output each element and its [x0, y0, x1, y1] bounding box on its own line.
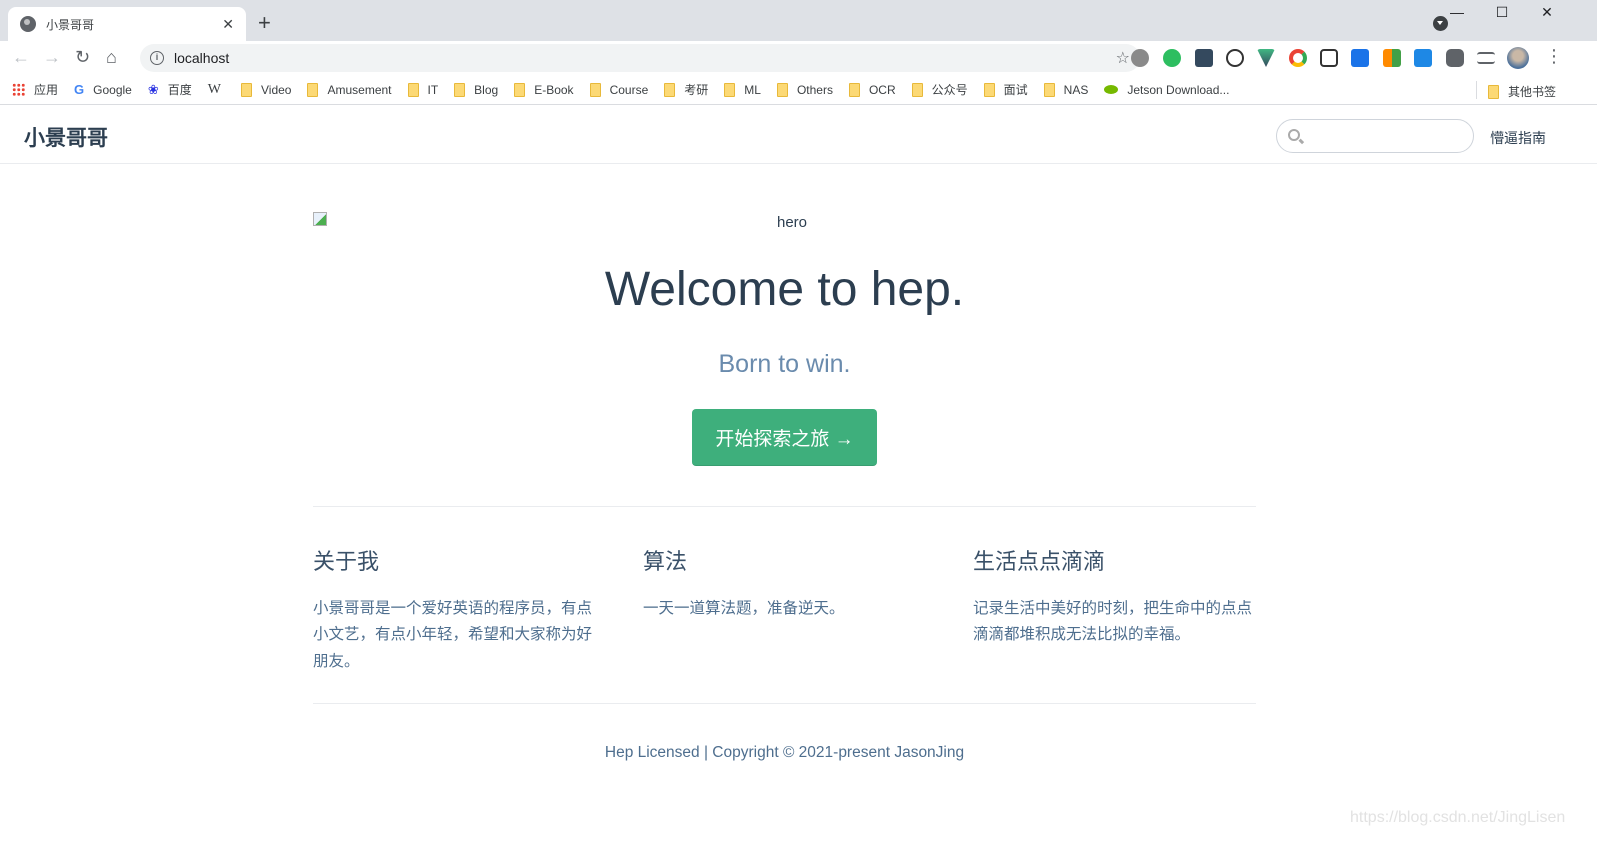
broken-image-icon	[313, 212, 327, 226]
bookmark-folder-video[interactable]: Video	[240, 82, 291, 97]
globe-icon	[20, 16, 36, 32]
csdn-watermark: https://blog.csdn.net/JingLisen	[1350, 809, 1566, 826]
folder-icon	[589, 82, 601, 97]
chrome-extension-icon[interactable]	[1289, 49, 1307, 67]
bookmark-folder-gongzhonghao[interactable]: 公众号	[911, 81, 968, 98]
search-box[interactable]	[1276, 119, 1474, 153]
sync-extension-icon[interactable]	[1226, 49, 1244, 67]
bookmark-folder-amusement[interactable]: Amusement	[307, 82, 392, 97]
tab-strip: 小景哥哥 ✕ + — ☐ ✕	[0, 0, 1597, 41]
feature-title: 算法	[643, 549, 688, 574]
close-window-button[interactable]: ✕	[1532, 4, 1562, 21]
chrome-menu-icon[interactable]: ⋮	[1545, 46, 1563, 67]
maximize-button[interactable]: ☐	[1487, 4, 1517, 21]
bookmark-folder-it[interactable]: IT	[407, 82, 438, 97]
bookmark-star-icon[interactable]: ☆	[1116, 48, 1130, 68]
feature-algorithm: 算法 一天一道算法题，准备逆天。	[643, 544, 933, 622]
new-tab-button[interactable]: +	[258, 10, 271, 36]
film-extension-icon[interactable]	[1131, 49, 1149, 67]
wikipedia-icon: W	[207, 81, 221, 97]
feature-title: 关于我	[313, 549, 380, 574]
folder-icon	[307, 82, 319, 97]
bookmark-jetson[interactable]: Jetson Download...	[1104, 83, 1229, 97]
bookmark-folder-blog[interactable]: Blog	[454, 82, 498, 97]
reload-button[interactable]: ↻	[75, 47, 90, 68]
x-extension-icon[interactable]	[1195, 49, 1213, 67]
download-extension-icon[interactable]	[1383, 49, 1401, 67]
browser-tab[interactable]: 小景哥哥 ✕	[8, 7, 246, 41]
feature-details: 记录生活中美好的时刻，把生命中的点点滴滴都堆积成无法比拟的幸福。	[973, 600, 1253, 644]
profile-avatar[interactable]	[1507, 47, 1529, 69]
site-info-icon[interactable]: i	[150, 51, 164, 65]
hero-image	[313, 212, 329, 228]
dsm-extension-icon[interactable]	[1414, 49, 1432, 67]
bookmark-wikipedia[interactable]: W	[208, 82, 225, 98]
bookmarks-bar: 应用 G Google ❀ 百度 W Video Amusement IT Blog…	[0, 75, 1597, 105]
bookmark-folder-ml[interactable]: ML	[724, 82, 761, 97]
folder-icon	[1043, 82, 1055, 97]
site-title[interactable]: 小景哥哥	[24, 122, 108, 152]
hero-title: Welcome to hep.	[604, 263, 965, 316]
folder-icon	[407, 82, 419, 97]
features-top-divider	[313, 506, 1256, 507]
baidu-icon: ❀	[147, 81, 159, 97]
search-input[interactable]	[1307, 120, 1467, 152]
folder-icon	[1488, 84, 1499, 99]
footer-divider	[313, 703, 1256, 704]
feature-title: 生活点点滴滴	[973, 549, 1106, 574]
folder-icon	[911, 82, 923, 97]
folder-icon	[664, 82, 676, 97]
bookmark-google[interactable]: G Google	[74, 82, 132, 97]
home-button[interactable]: ⌂	[106, 47, 117, 68]
bookmark-folder-nas[interactable]: NAS	[1043, 82, 1088, 97]
puzzle-extensions-icon[interactable]	[1446, 49, 1464, 67]
folder-icon	[514, 82, 526, 97]
bookmark-folder-mianshi[interactable]: 面试	[983, 81, 1028, 98]
folder-icon	[983, 82, 995, 97]
feature-life: 生活点点滴滴 记录生活中美好的时刻，把生命中的点点滴滴都堆积成无法比拟的幸福。	[973, 544, 1263, 649]
feature-details: 小景哥哥是一个爱好英语的程序员，有点小文艺，有点小年轻，希望和大家称为好朋友。	[313, 600, 593, 670]
bookmark-apps[interactable]: 应用	[12, 81, 58, 98]
bookmark-folder-ebook[interactable]: E-Book	[514, 82, 574, 97]
media-control-icon[interactable]	[1477, 52, 1495, 64]
close-tab-icon[interactable]: ✕	[222, 16, 234, 33]
site-navbar: 小景哥哥 懵逼指南	[0, 106, 1597, 164]
bookmark-other-bookmarks[interactable]: 其他书签	[1488, 83, 1556, 100]
bookmark-folder-ocr[interactable]: OCR	[848, 82, 896, 97]
nvidia-icon	[1104, 85, 1119, 94]
feature-about: 关于我 小景哥哥是一个爱好英语的程序员，有点小文艺，有点小年轻，希望和大家称为好…	[313, 544, 603, 675]
nav-link-guide[interactable]: 懵逼指南	[1490, 128, 1546, 148]
folder-icon	[724, 82, 736, 97]
folder-icon	[848, 82, 860, 97]
screenshot-extension-icon[interactable]	[1320, 49, 1338, 67]
tab-title: 小景哥哥	[46, 17, 95, 32]
hero-description: Born to win.	[718, 350, 851, 378]
bookmarks-separator	[1476, 81, 1477, 99]
site-footer: Hep Licensed | Copyright © 2021-present …	[604, 744, 965, 761]
vue-devtools-icon[interactable]	[1257, 49, 1275, 67]
url-text[interactable]: localhost	[174, 50, 1116, 66]
browser-toolbar: ← → ↻ ⌂ i localhost ☆ ⋮	[0, 41, 1597, 75]
folder-icon	[240, 82, 252, 97]
bookmark-folder-course[interactable]: Course	[589, 82, 648, 97]
get-started-button[interactable]: 开始探索之旅 →	[692, 409, 877, 466]
bookmark-folder-kaoyan[interactable]: 考研	[664, 81, 708, 98]
apps-icon	[12, 83, 25, 96]
bookmark-extension-icon[interactable]	[1351, 49, 1369, 67]
google-icon: G	[74, 82, 85, 97]
back-button[interactable]: ←	[12, 47, 30, 68]
minimize-button[interactable]: —	[1442, 4, 1472, 20]
address-bar[interactable]: i localhost ☆	[140, 44, 1140, 72]
evernote-extension-icon[interactable]	[1163, 49, 1181, 67]
folder-icon	[776, 82, 788, 97]
folder-icon	[454, 82, 466, 97]
hero-image-alt: hero	[777, 214, 808, 231]
search-icon	[1288, 129, 1300, 141]
bookmark-baidu[interactable]: ❀ 百度	[148, 81, 192, 98]
forward-button[interactable]: →	[43, 47, 61, 68]
bookmark-folder-others[interactable]: Others	[776, 82, 833, 97]
feature-details: 一天一道算法题，准备逆天。	[643, 600, 845, 617]
